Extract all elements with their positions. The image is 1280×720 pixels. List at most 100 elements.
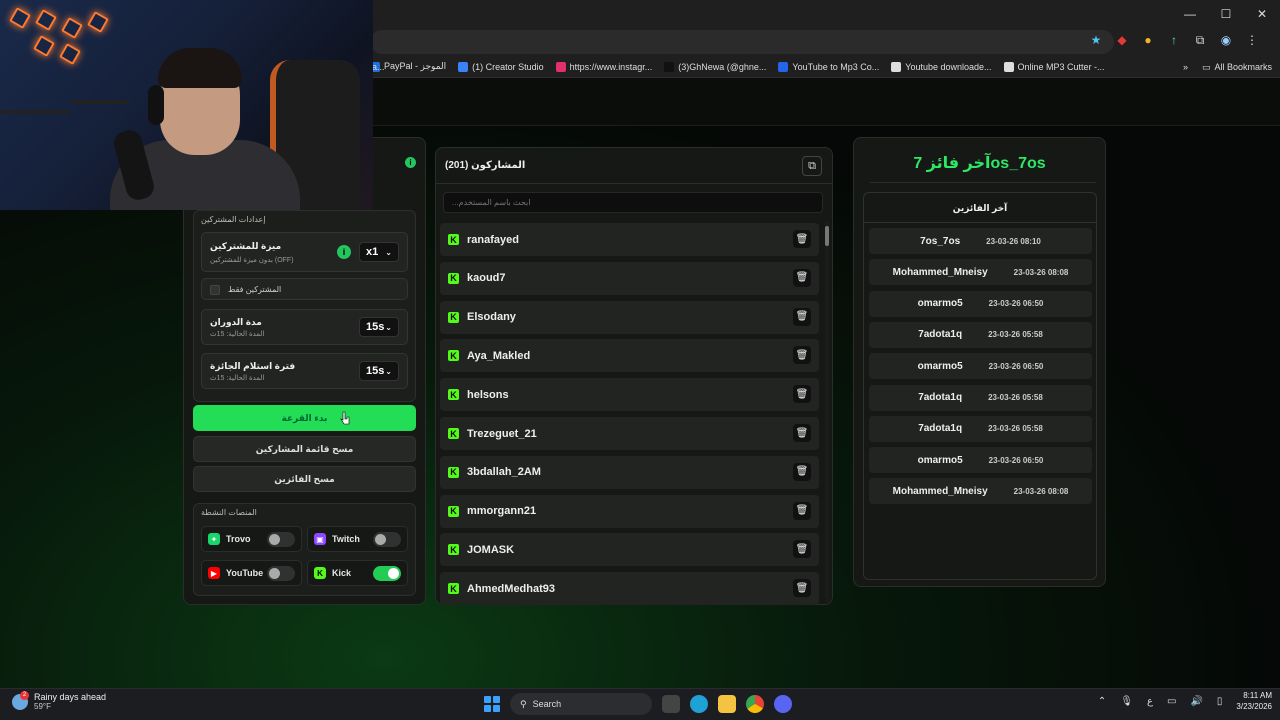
kick-icon: K	[448, 466, 459, 478]
winner-name: 7os_7os	[920, 235, 961, 247]
task-view-icon[interactable]	[662, 695, 680, 713]
windows-start-icon[interactable]	[484, 696, 500, 712]
maximize-button[interactable]: ☐	[1208, 0, 1244, 28]
extension-icon[interactable]: ◆	[1114, 32, 1130, 48]
bookmark-label: YouTube to Mp3 Co...	[792, 61, 880, 72]
delete-participant-button[interactable]: 🗑	[793, 385, 811, 404]
chevron-up-icon[interactable]: ⌃	[1098, 696, 1106, 707]
bookmark-favicon-icon	[778, 61, 789, 72]
subscribers-only-checkbox[interactable]	[210, 285, 220, 295]
toggle-knob	[375, 534, 386, 545]
participant-row: Kranafayed 🗑	[440, 223, 819, 256]
winner-date: 23-03-26 08:10	[986, 236, 1041, 246]
winner-date: 23-03-26 05:58	[988, 393, 1043, 402]
microphone-icon[interactable]: 🎙	[1120, 696, 1133, 707]
clock-date: 3/23/2026	[1236, 702, 1272, 711]
weather-widget[interactable]: 2 Rainy days ahead 59°F	[12, 690, 106, 711]
extension-icon[interactable]: ↑	[1166, 32, 1182, 48]
file-explorer-icon[interactable]	[718, 695, 736, 713]
kick-icon: K	[448, 544, 459, 556]
bookmark-item[interactable]: Youtube downloade...	[891, 61, 992, 72]
battery-icon[interactable]: ▯	[1217, 696, 1223, 707]
info-icon[interactable]: i	[337, 245, 351, 259]
bookmark-star-icon[interactable]: ★	[1088, 32, 1104, 48]
kick-icon: K	[448, 389, 459, 401]
bookmark-favicon-icon	[555, 61, 566, 72]
copy-icon: ⧉	[808, 159, 816, 172]
edge-icon[interactable]	[690, 695, 708, 713]
clear-winners-button[interactable]: مسح الفائزين	[193, 466, 416, 492]
taskbar-search-label: Search	[532, 699, 562, 709]
bookmark-favicon-icon	[1003, 61, 1014, 72]
delete-participant-button[interactable]: 🗑	[793, 501, 811, 520]
platform-toggle[interactable]	[267, 532, 295, 547]
mouse-cursor-icon	[340, 411, 350, 425]
platform-toggle[interactable]	[267, 566, 295, 581]
winner-row: omarmo5 23-03-26 06:50	[869, 290, 1092, 317]
subscriber-bonus-select[interactable]: x1 ⌄	[359, 242, 399, 262]
winners-list-title: آخر الفائزين	[952, 203, 1008, 213]
weather-temp: 59°F	[34, 702, 51, 711]
discord-icon[interactable]	[774, 695, 792, 713]
winner-date: 23-03-26 06:50	[988, 299, 1044, 309]
platform-toggle[interactable]	[373, 532, 401, 547]
network-icon[interactable]: ▭	[1167, 696, 1176, 707]
toggle-knob	[269, 534, 280, 545]
close-button[interactable]: ✕	[1244, 0, 1280, 28]
delete-participant-button[interactable]: 🗑	[793, 579, 811, 598]
platform-label: Kick	[332, 568, 352, 578]
participant-name: 3bdallah_2AM	[467, 466, 541, 479]
chrome-icon[interactable]	[746, 695, 764, 713]
minimize-button[interactable]: —	[1172, 0, 1208, 28]
copy-button[interactable]: ⧉	[802, 156, 822, 176]
bookmark-item[interactable]: YouTube to Mp3 Co...	[778, 61, 880, 72]
claim-period-select[interactable]: 15s ⌄	[359, 361, 399, 381]
participant-search-input[interactable]	[443, 192, 823, 213]
taskbar-clock[interactable]: 8:11 AM 3/23/2026	[1236, 690, 1272, 712]
delete-participant-button[interactable]: 🗑	[793, 346, 811, 365]
delete-participant-button[interactable]: 🗑	[793, 462, 811, 481]
bookmark-label: (3)GhNewa (@ghne...	[678, 61, 767, 72]
search-icon: ⚲	[520, 698, 527, 709]
bookmark-item[interactable]: (1) Creator Studio	[458, 61, 544, 72]
delete-participant-button[interactable]: 🗑	[793, 268, 811, 287]
clear-participants-button[interactable]: مسح قائمة المشاركين	[193, 436, 416, 462]
all-bookmarks-label: All Bookmarks	[1214, 62, 1272, 72]
bookmark-item[interactable]: https://www.instagr...	[555, 61, 652, 72]
participant-name: Elsodany	[467, 311, 516, 324]
bookmark-item[interactable]: Online MP3 Cutter -...	[1003, 61, 1105, 72]
participant-name: mmorgann21	[467, 505, 537, 518]
bookmarks-more-button[interactable]: »	[1183, 62, 1188, 72]
spin-duration-value: 15s	[366, 321, 385, 333]
bookmark-item[interactable]: (3)GhNewa (@ghne...	[664, 61, 767, 72]
start-draw-button[interactable]: بدء القرعة	[193, 405, 416, 431]
bookmark-truncated[interactable]: a...	[372, 62, 385, 72]
volume-icon[interactable]: 🔊	[1190, 696, 1202, 707]
ime-indicator[interactable]: ع	[1147, 696, 1153, 707]
subscribers-only-label: المشتركين فقط	[228, 285, 282, 294]
winner-row: Mohammed_Mneisy 23-03-26 08:08	[869, 259, 1092, 286]
address-bar[interactable]	[370, 30, 1114, 54]
delete-participant-button[interactable]: 🗑	[793, 307, 811, 326]
spin-duration-select[interactable]: 15s ⌄	[359, 317, 399, 337]
menu-dots-icon[interactable]: ⋮	[1244, 32, 1260, 48]
participants-scrollbar[interactable]	[825, 222, 829, 602]
platform-toggle[interactable]	[373, 566, 401, 581]
all-bookmarks-button[interactable]: ▭ All Bookmarks	[1202, 62, 1272, 73]
last-winner-heading: آخر فائز 7os_7os	[913, 155, 1046, 172]
claim-period-row: فترة استلام الجائزة المدة الحالية: 15ث 1…	[201, 353, 408, 389]
taskbar-search[interactable]: ⚲ Search	[510, 693, 652, 715]
winner-name: Mohammed_Mneisy	[892, 266, 988, 278]
extension-icon[interactable]: ●	[1140, 32, 1156, 48]
extensions-puzzle-icon[interactable]: ⧉	[1192, 32, 1208, 48]
profile-avatar-icon[interactable]: ◉	[1218, 32, 1234, 48]
info-icon[interactable]: i	[405, 157, 416, 168]
platform-kick: K Kick	[307, 560, 408, 586]
subscriber-bonus-subtitle: بدون ميزة للمشتركين (OFF)	[210, 257, 294, 264]
subscribers-only-row[interactable]: المشتركين فقط	[201, 278, 408, 300]
scrollbar-thumb[interactable]	[825, 226, 829, 246]
delete-participant-button[interactable]: 🗑	[793, 230, 811, 248]
delete-participant-button[interactable]: 🗑	[793, 424, 811, 442]
delete-participant-button[interactable]: 🗑	[793, 540, 811, 559]
participant-row: Kkaoud7 🗑	[440, 261, 819, 295]
